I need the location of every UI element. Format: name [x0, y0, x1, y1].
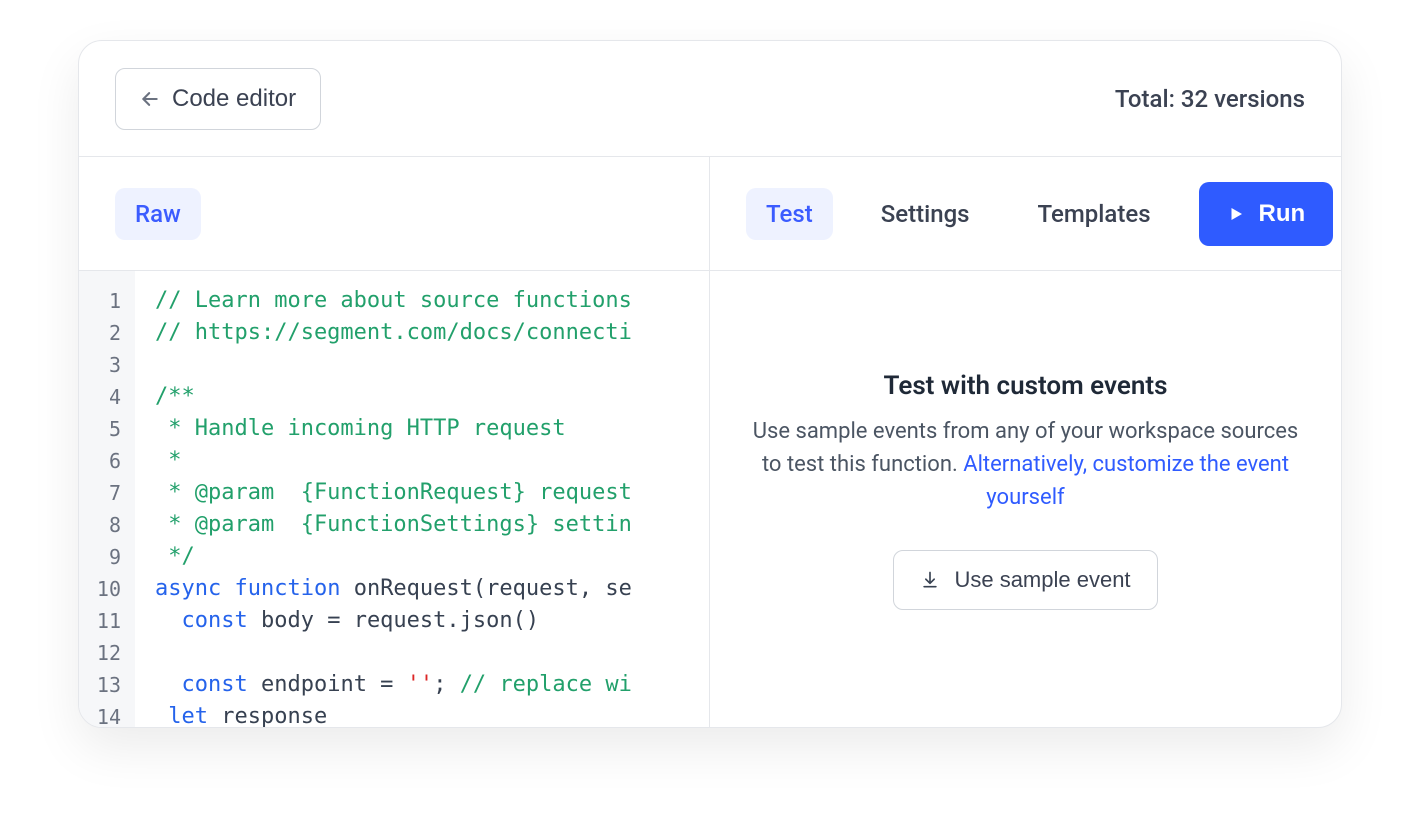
editor-pane: Raw 1234567891011121314 // Learn more ab… [79, 157, 710, 727]
customize-event-link[interactable]: Alternatively, customize the event yours… [963, 452, 1289, 510]
line-number-gutter: 1234567891011121314 [79, 271, 135, 727]
code-content[interactable]: // Learn more about source functions// h… [135, 271, 709, 727]
tab-settings[interactable]: Settings [861, 188, 990, 240]
play-icon [1227, 205, 1245, 223]
back-button-label: Code editor [172, 85, 296, 113]
download-icon [920, 570, 940, 590]
arrow-left-icon [140, 89, 160, 109]
back-to-code-editor-button[interactable]: Code editor [115, 68, 321, 130]
tab-templates[interactable]: Templates [1018, 188, 1171, 240]
test-panel-description: Use sample events from any of your works… [750, 415, 1301, 514]
run-button[interactable]: Run [1199, 182, 1334, 246]
header-bar: Code editor Total: 32 versions [79, 41, 1341, 157]
tab-test[interactable]: Test [746, 188, 833, 240]
code-editor[interactable]: 1234567891011121314 // Learn more about … [79, 271, 709, 727]
body-split: Raw 1234567891011121314 // Learn more ab… [79, 157, 1341, 727]
sample-button-label: Use sample event [954, 567, 1130, 593]
test-pane: Test Settings Templates Run Test with cu… [710, 157, 1341, 727]
test-subheader: Test Settings Templates Run [710, 157, 1341, 271]
run-button-label: Run [1259, 200, 1306, 228]
versions-count: Total: 32 versions [1115, 85, 1305, 113]
test-panel: Test with custom events Use sample event… [710, 271, 1341, 727]
app-window: Code editor Total: 32 versions Raw 12345… [78, 40, 1342, 728]
editor-subheader: Raw [79, 157, 709, 271]
use-sample-event-button[interactable]: Use sample event [893, 550, 1157, 610]
tab-raw[interactable]: Raw [115, 188, 201, 240]
test-panel-title: Test with custom events [884, 371, 1168, 401]
